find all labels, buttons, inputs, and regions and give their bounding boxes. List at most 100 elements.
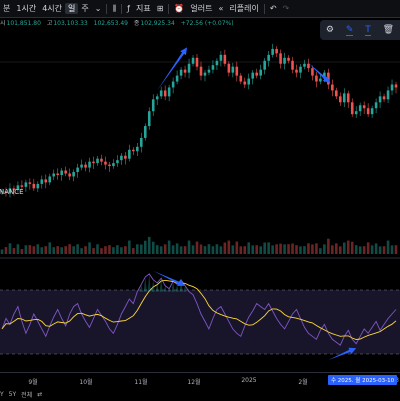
candle-body	[60, 170, 63, 175]
time-tick: 2025	[241, 377, 257, 384]
interval-1h[interactable]: 1시간	[13, 3, 39, 14]
chart-area[interactable]	[0, 40, 400, 372]
candle-body	[116, 160, 119, 164]
volume-bar	[120, 247, 123, 254]
candle-body	[104, 161, 107, 165]
candle-body	[231, 66, 235, 73]
settings-icon[interactable]: ⚙	[326, 25, 334, 35]
volume-bar	[362, 246, 366, 254]
interval-day[interactable]: 일	[65, 3, 79, 14]
volume-bar	[112, 247, 115, 254]
time-tick: 12월	[187, 379, 201, 386]
volume-bar	[239, 246, 243, 254]
candle-body	[88, 161, 91, 168]
candle-body	[382, 96, 386, 100]
candle-body	[335, 90, 338, 97]
volume-bar	[56, 246, 60, 254]
candle-body	[56, 173, 60, 175]
volume-bar	[291, 243, 294, 254]
volume-bar	[40, 247, 44, 254]
candle-body	[159, 90, 163, 97]
range-1y[interactable]: Y	[0, 391, 4, 398]
volume-bar	[199, 244, 203, 254]
replay-button[interactable]: 리플레이	[226, 3, 261, 14]
delete-icon[interactable]: 🗑	[383, 25, 394, 35]
candle-body	[179, 69, 183, 76]
range-all[interactable]: 전체	[21, 390, 32, 399]
candle-body	[108, 164, 111, 167]
candle-body	[155, 96, 159, 100]
volume-bar	[394, 245, 398, 254]
time-tick: 10월	[79, 379, 93, 386]
rewind-icon[interactable]: «	[215, 4, 226, 13]
pencil-icon[interactable]: ✎	[345, 25, 354, 36]
interval-4h[interactable]: 4시간	[39, 3, 65, 14]
range-5y[interactable]: 5Y	[9, 391, 16, 398]
volume-bar	[311, 244, 314, 254]
candle-body	[354, 111, 358, 115]
volume-bar	[223, 242, 227, 254]
volume-bar	[139, 244, 143, 254]
volume-bar	[104, 246, 107, 254]
ohlc-legend: 시101,851.80 고103,103.33 102,653.49 종102,…	[0, 18, 238, 28]
volume-bar	[323, 244, 326, 254]
volume-bar	[8, 243, 12, 254]
text-tool-icon[interactable]: T	[365, 25, 371, 36]
volume-bar	[16, 244, 20, 254]
candle-body	[139, 137, 143, 147]
candle-body	[303, 63, 306, 67]
candle-body	[112, 163, 115, 167]
volume-bar	[366, 242, 370, 254]
volume-bar	[171, 245, 175, 254]
volume-bar	[132, 248, 135, 254]
volume-bar	[279, 243, 282, 254]
volume-bar	[44, 246, 48, 254]
alarm-clock-icon[interactable]: ⏰	[171, 4, 187, 13]
volume-bar	[354, 245, 358, 254]
alert-button[interactable]: 얼러트	[187, 3, 215, 14]
interval-minute[interactable]: 분	[0, 3, 13, 14]
candle-body	[386, 90, 390, 100]
candle-body	[366, 108, 370, 115]
volume-bar	[64, 246, 67, 254]
volume-bar	[124, 246, 127, 254]
volume-bar	[211, 246, 215, 254]
redo-icon[interactable]: ↷	[280, 4, 293, 13]
candle-body	[227, 63, 231, 73]
candle-body	[207, 69, 211, 73]
candles-icon[interactable]: ⫼	[109, 4, 119, 14]
candle-body	[199, 66, 203, 76]
interval-dropdown-icon[interactable]: ⌄	[92, 4, 105, 13]
volume-bar	[108, 245, 111, 254]
candle-body	[291, 60, 294, 70]
candle-body	[44, 179, 48, 183]
candle-body	[315, 75, 318, 82]
candle-body	[163, 90, 167, 97]
toolbar-divider	[263, 3, 265, 14]
candle-body	[195, 57, 199, 67]
compare-icon[interactable]: ⇄	[37, 391, 42, 398]
volume-bar	[243, 246, 247, 254]
toolbar-divider	[168, 3, 170, 14]
candle-body	[48, 176, 52, 183]
candle-body	[124, 155, 127, 159]
volume-bar	[52, 247, 56, 254]
indicators-icon[interactable]: ƒ	[124, 4, 133, 13]
candle-body	[76, 167, 79, 173]
candle-body	[100, 158, 103, 162]
volume-bar	[20, 249, 24, 254]
candle-body	[84, 164, 87, 168]
candle-body	[251, 72, 255, 79]
volume-bar	[382, 246, 386, 254]
interval-week[interactable]: 주	[78, 3, 91, 14]
volume-bar	[84, 246, 87, 254]
volume-bar	[267, 242, 270, 254]
volume-bar	[143, 240, 147, 254]
candle-body	[239, 75, 243, 82]
volume-bar	[151, 241, 155, 254]
layout-icon[interactable]: ⊞	[154, 4, 167, 13]
volume-bar	[275, 244, 278, 254]
indicators-button[interactable]: 지표	[133, 3, 154, 14]
volume-bar	[163, 244, 167, 254]
undo-icon[interactable]: ↶	[267, 4, 280, 13]
